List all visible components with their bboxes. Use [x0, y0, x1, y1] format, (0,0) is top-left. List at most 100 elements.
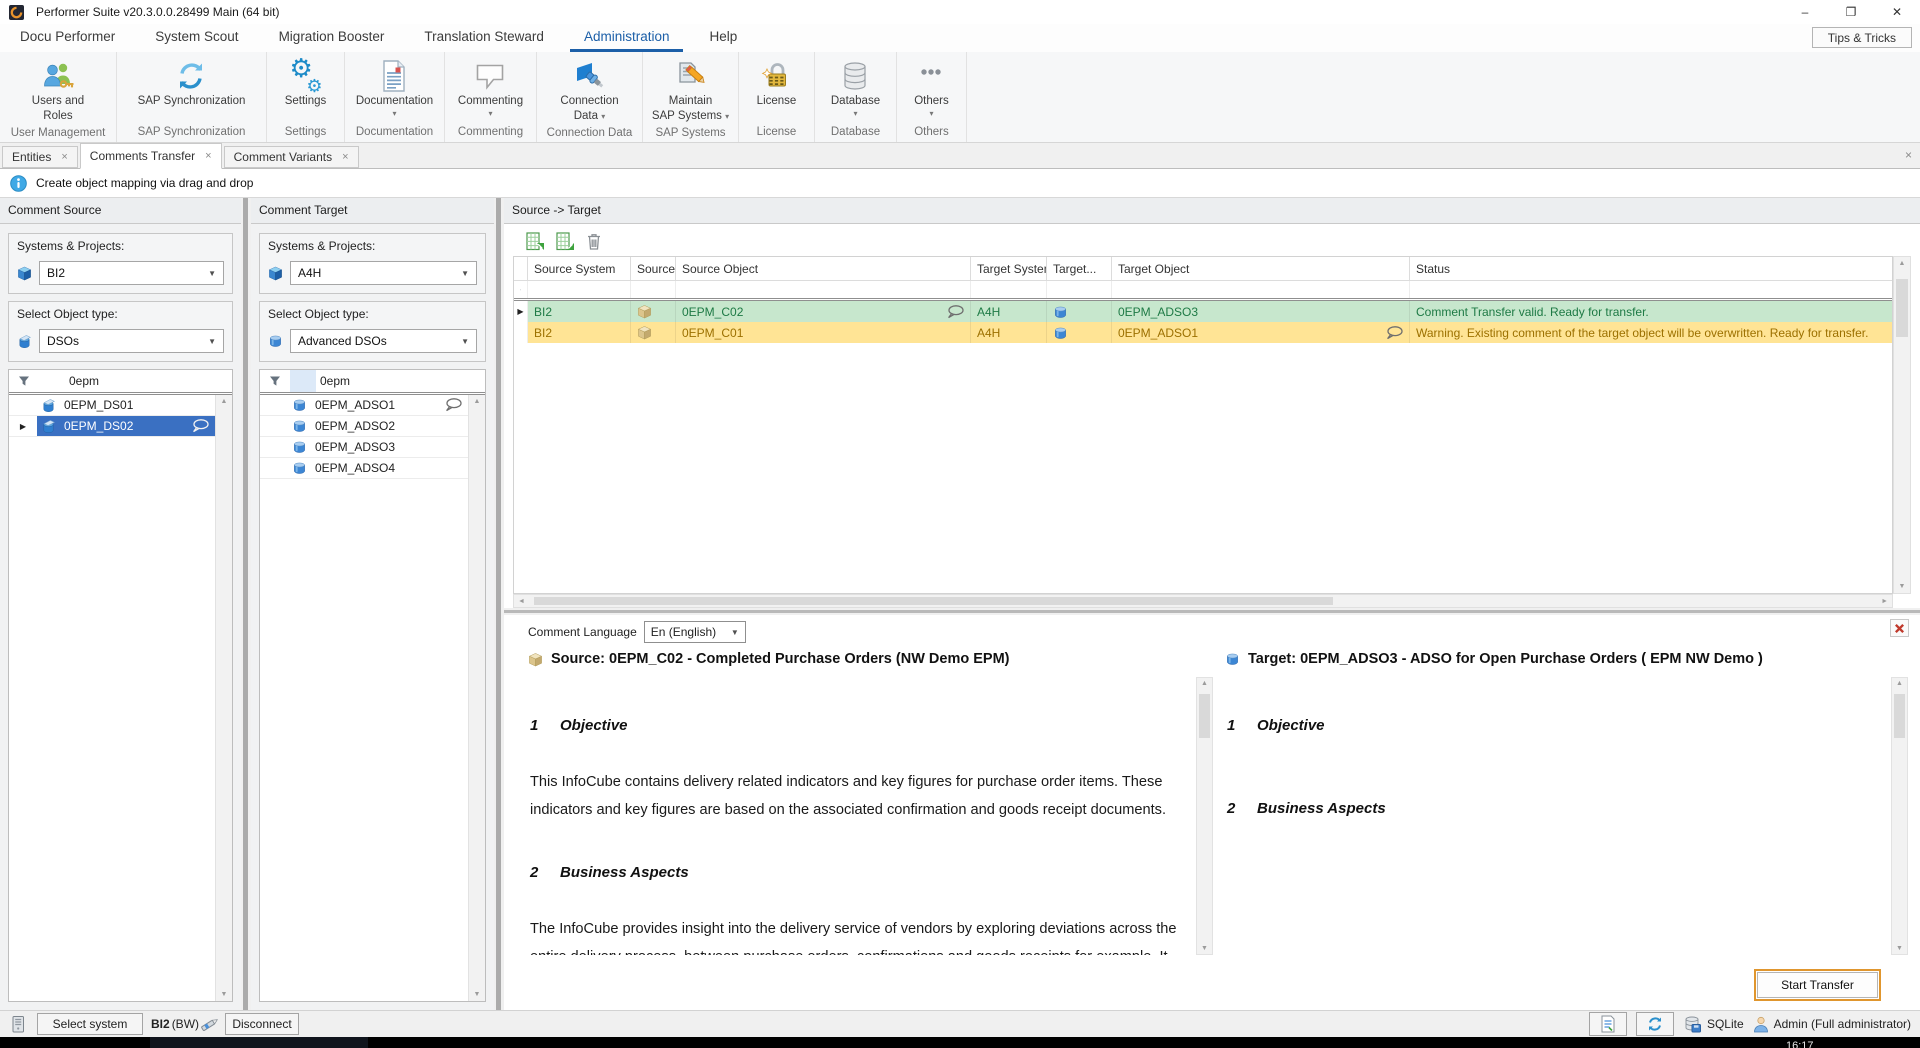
- ribbon-button-database[interactable]: Database▾: [825, 57, 886, 124]
- scrollbar-thumb[interactable]: [1199, 694, 1210, 738]
- mapping-table-vscrollbar[interactable]: ▲ ▼: [1893, 256, 1911, 594]
- source-preview-title: Source: 0EPM_C02 - Completed Purchase Or…: [551, 651, 1009, 667]
- tips-and-tricks-button[interactable]: Tips & Tricks: [1812, 27, 1912, 48]
- close-icon[interactable]: ×: [205, 150, 211, 162]
- tab-comment-variants[interactable]: Comment Variants×: [224, 146, 359, 168]
- scroll-down-icon[interactable]: ▼: [1899, 583, 1906, 590]
- menu-tab-docu-performer[interactable]: Docu Performer: [6, 24, 129, 52]
- list-item[interactable]: 0EPM_DS01: [9, 395, 232, 416]
- table-header-row[interactable]: Source SystemSource...Source ObjectTarge…: [514, 257, 1892, 281]
- close-icon[interactable]: ×: [1905, 148, 1912, 162]
- scroll-down-icon[interactable]: ▼: [474, 991, 481, 998]
- target-preview-scrollbar[interactable]: ▲ ▼: [1891, 677, 1908, 955]
- mapping-row[interactable]: ▶BI20EPM_C02A4H0EPM_ADSO3Comment Transfe…: [514, 301, 1892, 322]
- comment-heading: 1Objective: [1227, 717, 1889, 734]
- splitter[interactable]: [494, 198, 504, 1010]
- target-filter-input[interactable]: 0epm: [316, 374, 485, 388]
- target-objecttype-select[interactable]: Advanced DSOs▼: [290, 329, 477, 353]
- tab-comments-transfer[interactable]: Comments Transfer×: [80, 143, 222, 169]
- target-object-cell: 0EPM_ADSO3: [1118, 305, 1198, 319]
- menu-tab-translation-steward[interactable]: Translation Steward: [410, 24, 558, 52]
- scroll-down-icon[interactable]: ▼: [1201, 945, 1208, 952]
- menu-tabs: Docu Performer System Scout Migration Boos…: [0, 24, 757, 52]
- filter-funnel-icon[interactable]: [9, 375, 39, 387]
- list-item[interactable]: 0EPM_ADSO1: [260, 395, 485, 416]
- maximize-button[interactable]: ❐: [1828, 0, 1874, 24]
- ribbon-button-connection-data[interactable]: ConnectionData ▾: [554, 57, 624, 125]
- scrollbar-thumb[interactable]: [534, 597, 1333, 605]
- list-item[interactable]: ▶0EPM_DS02: [9, 416, 232, 437]
- ribbon-button-settings[interactable]: ⚙⚙Settings: [279, 57, 333, 124]
- comment-preview-section: Comment Language En (English) ▼ Source: …: [504, 615, 1920, 1010]
- scroll-up-icon[interactable]: ▲: [1201, 680, 1208, 687]
- scroll-up-icon[interactable]: ▲: [221, 398, 228, 405]
- document-tabs: Entities×Comments Transfer×Comment Varia…: [0, 143, 1920, 169]
- expander-icon[interactable]: ▶: [20, 422, 26, 431]
- scroll-right-icon[interactable]: ►: [1881, 598, 1888, 605]
- mapping-panel-header: Source -> Target: [504, 198, 1920, 224]
- ribbon-button-others[interactable]: Others▾: [908, 57, 955, 124]
- mapping-table-hscrollbar[interactable]: ◄ ►: [513, 594, 1893, 608]
- source-list-scrollbar[interactable]: ▲ ▼: [215, 395, 232, 1001]
- close-icon[interactable]: ×: [61, 151, 67, 163]
- scroll-down-icon[interactable]: ▼: [221, 991, 228, 998]
- target-objecttype-groupbox: Select Object type: Advanced DSOs▼: [259, 301, 486, 362]
- heading-number: 1: [1227, 717, 1257, 734]
- minimize-button[interactable]: –: [1782, 0, 1828, 24]
- close-icon[interactable]: ×: [342, 151, 348, 163]
- splitter[interactable]: [241, 198, 251, 1010]
- object-name: 0EPM_ADSO2: [315, 419, 395, 433]
- system-computer-icon: [9, 1015, 27, 1034]
- scroll-left-icon[interactable]: ◄: [518, 598, 525, 605]
- scroll-up-icon[interactable]: ▲: [474, 398, 481, 405]
- list-item[interactable]: 0EPM_ADSO3: [260, 437, 485, 458]
- close-button[interactable]: ✕: [1874, 0, 1920, 24]
- target-filter-row[interactable]: 0epm: [260, 370, 485, 395]
- tab-entities[interactable]: Entities×: [2, 146, 78, 168]
- refresh-button[interactable]: [1636, 1012, 1674, 1036]
- menu-tab-system-scout[interactable]: System Scout: [141, 24, 252, 52]
- scroll-up-icon[interactable]: ▲: [1899, 260, 1906, 267]
- ribbon-button-commenting[interactable]: Commenting▾: [452, 57, 529, 124]
- disconnect-button[interactable]: Disconnect: [225, 1013, 299, 1035]
- table-cell: [1047, 301, 1112, 322]
- ribbon-button-maintain-sap-systems[interactable]: MaintainSAP Systems ▾: [646, 57, 735, 125]
- source-preview-scrollbar[interactable]: ▲ ▼: [1196, 677, 1213, 955]
- comment-language-select[interactable]: En (English) ▼: [644, 621, 746, 643]
- table-cell: [528, 281, 631, 298]
- chevron-down-icon: ▾: [853, 109, 857, 118]
- ribbon-button-sap-synchronization[interactable]: SAP Synchronization: [132, 57, 252, 124]
- ribbon-group-settings: ⚙⚙SettingsSettings: [267, 52, 345, 142]
- mapping-row[interactable]: BI20EPM_C01A4H0EPM_ADSO1Warning. Existin…: [514, 322, 1892, 343]
- close-preview-button[interactable]: [1890, 619, 1909, 637]
- menu-tab-migration-booster[interactable]: Migration Booster: [265, 24, 399, 52]
- import-mapping-button[interactable]: [556, 232, 575, 251]
- scroll-up-icon[interactable]: ▲: [1896, 680, 1903, 687]
- delete-mapping-button[interactable]: [586, 232, 602, 251]
- source-system-cell: BI2: [528, 301, 631, 322]
- expander-icon[interactable]: ▶: [517, 307, 523, 316]
- target-system-select[interactable]: A4H▼: [290, 261, 477, 285]
- target-list-scrollbar[interactable]: ▲ ▼: [468, 395, 485, 1001]
- filter-funnel-icon[interactable]: [260, 375, 290, 387]
- select-system-button[interactable]: Select system: [37, 1013, 143, 1035]
- source-objecttype-select[interactable]: DSOs▼: [39, 329, 224, 353]
- scrollbar-thumb[interactable]: [1896, 279, 1908, 337]
- ribbon-button-license[interactable]: License: [751, 57, 803, 124]
- start-transfer-button[interactable]: Start Transfer: [1757, 972, 1878, 998]
- scrollbar-thumb[interactable]: [1894, 694, 1905, 738]
- export-mapping-button[interactable]: [526, 232, 545, 251]
- menu-tab-help[interactable]: Help: [695, 24, 751, 52]
- list-item[interactable]: 0EPM_ADSO4: [260, 458, 485, 479]
- list-item[interactable]: 0EPM_ADSO2: [260, 416, 485, 437]
- scroll-down-icon[interactable]: ▼: [1896, 945, 1903, 952]
- table-filter-row[interactable]: [514, 281, 1892, 301]
- ribbon-button-documentation[interactable]: Documentation▾: [350, 57, 439, 124]
- document-log-button[interactable]: [1589, 1012, 1627, 1036]
- source-system-select[interactable]: BI2▼: [39, 261, 224, 285]
- menu-tab-administration[interactable]: Administration: [570, 24, 684, 52]
- source-filter-row[interactable]: 0epm: [9, 370, 232, 395]
- source-filter-input[interactable]: 0epm: [65, 374, 232, 388]
- splitter[interactable]: [504, 608, 1920, 615]
- ribbon-button-users-and-roles[interactable]: Users andRoles: [26, 57, 90, 125]
